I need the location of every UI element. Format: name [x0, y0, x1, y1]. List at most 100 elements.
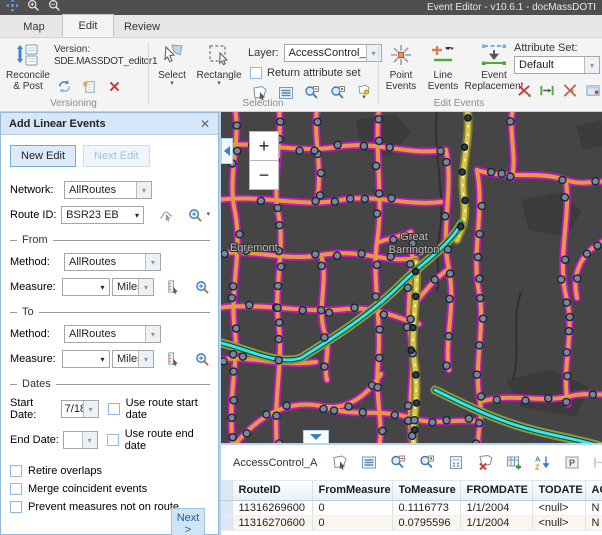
end-date-label: End Date: [10, 434, 63, 446]
delete-event-icon[interactable] [516, 82, 532, 98]
route-id-combo[interactable]: BSR23 EB [61, 206, 144, 224]
clear-selection-icon[interactable] [477, 455, 493, 471]
to-group-label: To [22, 306, 34, 318]
map-label-egremont: Egremont [230, 242, 278, 254]
to-measure-label: Measure: [10, 353, 62, 365]
svg-text:P: P [569, 458, 575, 468]
network-label: Network: [10, 184, 62, 196]
selection-section-label: Selection [149, 98, 377, 109]
col-todate[interactable]: TODATE [532, 481, 585, 500]
add-record-icon[interactable] [506, 455, 522, 471]
field-calculator-icon[interactable] [448, 455, 464, 471]
line-events-label: Line Events [424, 70, 462, 92]
retire-overlaps-label: Retire overlaps [28, 465, 102, 477]
to-measure-on-map-icon[interactable] [165, 351, 181, 367]
use-route-end-label: Use route end date [125, 428, 210, 452]
prevent-measures-label: Prevent measures not on route [28, 501, 179, 513]
use-route-start-checkbox[interactable] [108, 403, 120, 415]
start-date-combo[interactable]: 7/18/ [61, 400, 99, 418]
event-attributes-icon[interactable] [585, 82, 601, 98]
start-date-label: Start Date: [10, 397, 61, 421]
collapse-panel-button[interactable] [221, 138, 233, 164]
versioning-section-label: Versioning [0, 98, 147, 109]
split-event-icon[interactable] [539, 82, 555, 98]
ribbon-tabs: Map Edit Review [0, 15, 602, 38]
retire-overlaps-checkbox[interactable] [10, 465, 22, 477]
change-version-icon[interactable] [56, 78, 72, 94]
return-attribute-label: Return attribute set [267, 67, 361, 79]
point-events-icon [389, 42, 413, 68]
version-label: Version: [54, 44, 146, 56]
map-canvas[interactable]: Egremont Great Barrington + − [219, 112, 602, 443]
add-linear-events-panel: Add Linear Events ✕ New Edit Next Edit N… [0, 112, 219, 535]
col-ac[interactable]: AC [585, 481, 602, 500]
zoom-to-selected-icon[interactable] [390, 455, 406, 471]
pan-to-selected-icon[interactable] [419, 455, 435, 471]
app-title: Event Editor - v10.6.1 - docMassDOTI [427, 2, 596, 13]
attribute-table: RouteID FromMeasure ToMeasure FROMDATE T… [221, 481, 602, 531]
rectangle-tool-button[interactable]: Rectangle ▾ [195, 42, 243, 87]
return-attribute-checkbox[interactable] [250, 67, 262, 79]
table-row[interactable]: 11316269600 0 0.1116773 1/1/2004 <null> … [221, 500, 602, 515]
zoom-route-icon[interactable]: ▾ [188, 208, 210, 223]
split-record-icon[interactable] [593, 455, 602, 471]
from-zoom-icon[interactable] [194, 279, 210, 295]
col-fromdate[interactable]: FROMDATE [460, 481, 532, 500]
prevent-measures-checkbox[interactable] [10, 501, 22, 513]
merge-coincident-checkbox[interactable] [10, 483, 22, 495]
map-label-great: Great [400, 231, 428, 243]
layer-label: Layer: [248, 47, 279, 59]
reconcile-post-button[interactable]: Reconcile & Post [4, 42, 52, 92]
table-toolbar: AccessControl_A AZ P S [221, 445, 602, 481]
show-attributes-icon[interactable] [361, 455, 377, 471]
line-events-button[interactable]: Line Events [424, 42, 462, 92]
select-tool-button[interactable]: Select ▾ [153, 42, 191, 87]
create-version-icon[interactable] [81, 78, 97, 94]
map-zoom-in-button[interactable]: + [249, 131, 279, 161]
collapse-table-button[interactable] [303, 430, 329, 443]
use-route-start-label: Use route start date [126, 397, 210, 421]
reconcile-icon [15, 42, 41, 68]
route-id-label: Route ID: [10, 209, 59, 221]
point-events-button[interactable]: Point Events [382, 42, 420, 92]
from-method-label: Method: [10, 256, 62, 268]
table-row[interactable]: 11316270600 0 0.0795596 1/1/2004 <null> … [221, 515, 602, 530]
merge-event-icon[interactable] [562, 82, 578, 98]
new-edit-button[interactable]: New Edit [10, 145, 76, 167]
to-zoom-icon[interactable] [194, 351, 210, 367]
from-measure-on-map-icon[interactable] [165, 279, 181, 295]
attribute-set-select[interactable]: Default [514, 56, 600, 74]
title-bar: Event Editor - v10.6.1 - docMassDOTI [0, 0, 602, 15]
chevron-down-icon[interactable] [584, 57, 599, 73]
network-select[interactable]: AllRoutes [64, 181, 152, 199]
close-icon[interactable]: ✕ [200, 117, 210, 131]
tab-edit[interactable]: Edit [62, 14, 114, 37]
use-route-end-checkbox[interactable] [107, 434, 119, 446]
next-button[interactable]: Next > [171, 508, 205, 535]
select-route-on-map-icon[interactable] [158, 207, 174, 223]
col-routeid[interactable]: RouteID [232, 481, 312, 500]
to-method-select[interactable]: AllRoutes [64, 325, 161, 343]
map-label-barrington: Barrington [389, 244, 440, 256]
next-edit-button[interactable]: Next Edit [83, 145, 150, 167]
line-events-icon [430, 42, 456, 68]
tab-map[interactable]: Map [8, 16, 60, 37]
from-unit-select[interactable]: Miles [112, 278, 154, 296]
from-method-select[interactable]: AllRoutes [64, 253, 161, 271]
layer-select[interactable]: AccessControl_A [284, 44, 382, 62]
to-measure-combo[interactable] [62, 350, 110, 368]
col-frommeasure[interactable]: FromMeasure [312, 481, 392, 500]
select-features-icon[interactable] [332, 455, 348, 471]
map-zoom-out-button[interactable]: − [249, 160, 279, 190]
attribute-set-label: Attribute Set: [514, 42, 578, 54]
from-measure-combo[interactable] [62, 278, 110, 296]
sort-icon[interactable]: AZ [535, 455, 551, 471]
table-header-row: RouteID FromMeasure ToMeasure FROMDATE T… [221, 481, 602, 500]
delete-version-icon[interactable] [106, 78, 122, 94]
reconcile-label: Reconcile & Post [4, 70, 52, 92]
tab-review[interactable]: Review [116, 16, 168, 37]
to-unit-select[interactable]: Miles [112, 350, 154, 368]
end-date-combo[interactable] [63, 431, 98, 449]
col-tomeasure[interactable]: ToMeasure [392, 481, 460, 500]
table-properties-icon[interactable]: P [564, 455, 580, 471]
